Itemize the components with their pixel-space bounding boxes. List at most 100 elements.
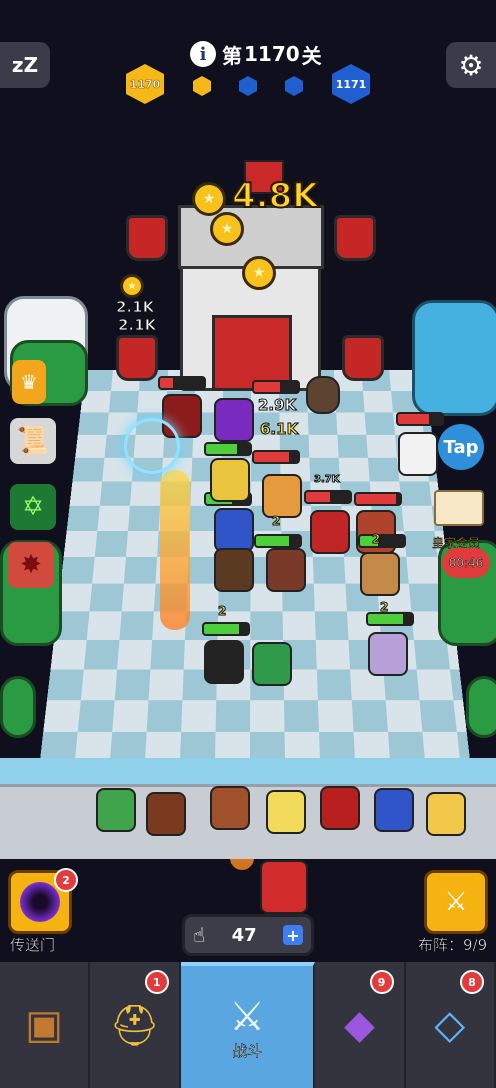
coin-icon: ★ [242, 256, 276, 290]
brazier-mid-right [342, 335, 384, 381]
health-bar [204, 442, 252, 456]
bench-unit [146, 792, 186, 836]
enemy-unit [310, 510, 350, 554]
bench-unit [210, 786, 250, 830]
book-icon: ◆ [344, 1002, 375, 1048]
coin-icon: ★ [210, 212, 244, 246]
current-level-number: 1170 [129, 77, 161, 91]
bush-left-low [0, 676, 36, 738]
nav-battle[interactable]: ⚔ 战斗 [180, 962, 316, 1088]
ally-unit [266, 548, 306, 592]
ally-unit [360, 552, 400, 596]
nav-battle-label: 战斗 [231, 1041, 263, 1060]
health-bar [358, 534, 406, 548]
formation-icon: ⚔ [444, 887, 468, 917]
next-level-hex: 1171 [332, 64, 370, 104]
trophy-icon[interactable]: ♛ [12, 360, 46, 404]
checker-floor [40, 369, 470, 760]
hero-dragon [260, 860, 308, 914]
ally-unit [204, 640, 244, 684]
river [0, 758, 496, 784]
bottom-nav: ▣ ⛑ 1 ⚔ 战斗 ◆ 9 ◇ 8 [0, 962, 496, 1088]
tap-button[interactable]: Tap [438, 424, 484, 470]
nav-spellbook[interactable]: ◆ 9 [315, 962, 406, 1088]
bush-right-low [466, 676, 496, 738]
formation-button[interactable]: ⚔ [424, 870, 488, 934]
sleep-button[interactable]: zZ [0, 42, 50, 88]
stage-dot-2 [239, 76, 257, 96]
portal-icon [20, 882, 60, 922]
bench-unit [374, 788, 414, 832]
stage-dot-1 [193, 76, 211, 96]
claw-icon[interactable]: ✸ [8, 542, 54, 588]
damage-number: 6.1K [259, 420, 299, 439]
energy-value: 47 [231, 924, 257, 946]
brazier-mid-left [116, 335, 158, 381]
stage-dot-3 [285, 76, 303, 96]
nav-amulet[interactable]: ◇ 8 [406, 962, 496, 1088]
coin-icon: ★ [120, 274, 144, 298]
health-bar [202, 622, 250, 636]
swords-icon: ⚔ [229, 993, 265, 1040]
settings-button[interactable]: ⚙ [446, 42, 496, 88]
ice-block-right [412, 300, 496, 416]
current-level-hex: 1170 [126, 64, 164, 104]
amulet-badge: 8 [459, 970, 484, 994]
brazier-top-left [126, 215, 168, 261]
nav-treasure-chest[interactable]: ▣ [0, 962, 91, 1088]
level-prefix: 第 [222, 43, 242, 68]
health-bar [304, 490, 352, 504]
health-bar [396, 412, 444, 426]
energy-plus-button[interactable]: + [283, 925, 303, 945]
level-suffix: 关 [301, 43, 322, 68]
health-bar [252, 380, 300, 394]
health-bar [366, 612, 414, 626]
enemy-unit [398, 432, 438, 476]
enemy-unit [306, 376, 340, 414]
gear-icon: ⚙ [458, 48, 484, 82]
coin-icon: ★ [192, 182, 226, 216]
brazier-top-right [334, 215, 376, 261]
target-ring [124, 418, 180, 474]
info-icon[interactable]: i [190, 41, 216, 67]
reward-amount: 4.8K [231, 175, 320, 217]
ally-unit [210, 458, 250, 502]
ally-unit [368, 632, 408, 676]
health-bar [158, 376, 206, 390]
unit-level: 2 [217, 604, 227, 619]
formation-label: 布阵： [418, 936, 464, 955]
damage-number: 2.1K [117, 316, 157, 335]
amulet-icon: ◇ [434, 1002, 466, 1048]
bench-unit [96, 788, 136, 832]
level-title: i 第 1170 关 [190, 38, 322, 70]
unit-level: 2 [371, 532, 381, 547]
bench-unit [320, 786, 360, 830]
damage-number: 2.1K [115, 298, 155, 317]
health-bar [354, 492, 402, 506]
nav-helmet[interactable]: ⛑ 1 [90, 962, 181, 1088]
hand-tap-icon: ☝ [193, 923, 206, 947]
hexagram-icon[interactable]: ✡ [10, 484, 56, 530]
vip-timer: 00:46 [448, 556, 484, 571]
energy-counter: ☝ 47 + [182, 914, 314, 956]
health-bar [254, 534, 302, 548]
damage-number: 3.7K [313, 474, 340, 486]
portal-badge: 2 [54, 868, 78, 892]
vip-timer-badge: 00:46 [442, 548, 490, 578]
formation-text: 布阵：9/9 [418, 934, 488, 955]
zzz-icon: zZ [11, 53, 39, 77]
fireball-trail [160, 470, 190, 630]
ally-unit [262, 474, 302, 518]
enemy-unit [214, 398, 254, 442]
chest-icon: ▣ [25, 1002, 64, 1048]
unit-level: 2 [379, 600, 389, 615]
helmet-badge: 1 [144, 970, 169, 994]
helmet-icon: ⛑ [109, 1002, 160, 1049]
spellbook-badge: 9 [369, 970, 394, 994]
ally-unit [214, 508, 254, 552]
vip-card-icon[interactable] [434, 490, 484, 526]
scroll-icon[interactable]: 📜 [10, 418, 56, 464]
next-level-number: 1171 [335, 77, 367, 91]
bench-unit [426, 792, 466, 836]
unit-level: 2 [271, 514, 281, 529]
